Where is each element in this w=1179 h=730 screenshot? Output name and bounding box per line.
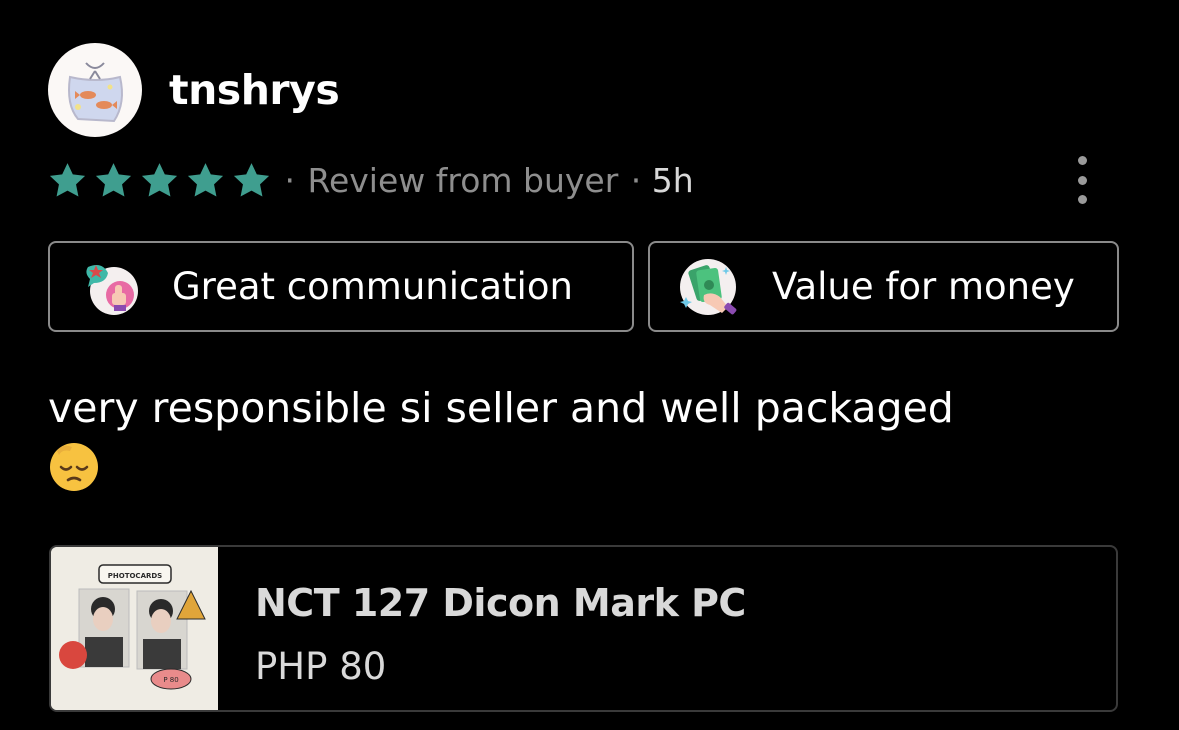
tag-value-for-money: Value for money (648, 241, 1119, 332)
review-time: 5h (651, 160, 694, 200)
money-hand-icon (680, 258, 737, 315)
product-price: PHP 80 (255, 645, 387, 688)
meta-separator: · (284, 160, 296, 200)
star-icon (49, 162, 86, 197)
more-options-icon[interactable] (1068, 156, 1096, 204)
rating-stars (47, 160, 272, 201)
thumb-price-tag: P 80 (163, 676, 178, 684)
tag-label: Value for money (772, 265, 1075, 308)
product-thumbnail[interactable]: PHOTOCARDS P 80 (51, 547, 218, 710)
product-name[interactable]: NCT 127 Dicon Mark PC (255, 581, 746, 625)
thumb-header: PHOTOCARDS (108, 572, 162, 580)
star-icon (95, 162, 132, 197)
user-avatar[interactable] (48, 43, 142, 137)
meta-separator-2: · (630, 160, 642, 200)
star-icon (141, 162, 178, 197)
star-icon (233, 162, 270, 197)
review-body: very responsible si seller and well pack… (48, 382, 1138, 493)
tag-label: Great communication (172, 265, 573, 308)
goldfish-bag-icon (68, 62, 123, 123)
product-photo: PHOTOCARDS P 80 (51, 547, 218, 710)
tag-great-communication: Great communication (48, 241, 634, 332)
review-meta-row: · Review from buyer · 5h (47, 155, 694, 205)
review-source: Review from buyer (307, 160, 619, 200)
star-icon (187, 162, 224, 197)
product-card[interactable]: PHOTOCARDS P 80 NCT 127 Dicon Mark PC PH… (49, 545, 1118, 712)
communication-badge-icon (86, 264, 138, 315)
pensive-face-emoji (50, 443, 98, 491)
reviewer-username[interactable]: tnshrys (169, 66, 340, 114)
review-text: very responsible si seller and well pack… (48, 384, 954, 432)
